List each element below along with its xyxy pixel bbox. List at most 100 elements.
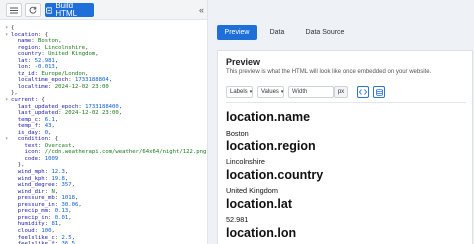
preview-label: location.lon — [226, 226, 297, 240]
code-token: 100 — [41, 227, 52, 234]
labels-dropdown[interactable]: Labels ▾ — [226, 86, 253, 98]
code-token: }, — [11, 90, 18, 97]
code-token: , — [118, 103, 123, 110]
code-view-button[interactable] — [357, 86, 369, 98]
code-token: : { — [37, 31, 49, 38]
code-token: }, — [11, 162, 25, 169]
code-token: name — [11, 38, 32, 45]
code-token: : — [37, 123, 45, 130]
preview-value: Lincolnshire — [226, 157, 265, 166]
code-token: 1009 — [44, 155, 59, 162]
code-token: { — [11, 25, 15, 31]
code-token: humidity — [11, 221, 45, 228]
code-token: 2024-12-02 23:00 — [54, 83, 109, 90]
code-editor[interactable]: ▾{▾ location: { name: Boston, region: Lin… — [0, 21, 207, 244]
code-token: , — [51, 123, 55, 130]
code-token: : — [27, 57, 35, 64]
code-token: wind_dir — [11, 188, 45, 195]
chevron-down-icon: ▾ — [280, 89, 284, 95]
code-token: : — [37, 129, 45, 136]
code-token: code — [11, 155, 38, 162]
code-token: wind_kph — [11, 175, 45, 182]
code-token: Lincolnshire — [44, 44, 86, 51]
code-token: : — [48, 214, 55, 221]
code-token: pressure_mb — [11, 195, 55, 202]
code-token: : — [54, 234, 62, 241]
tab-data-source[interactable]: Data Source — [297, 25, 353, 40]
code-icon — [359, 89, 367, 95]
code-token: cloud — [11, 227, 35, 234]
code-token: 0.13 — [54, 208, 69, 215]
tab-data[interactable]: Data — [263, 25, 291, 40]
code-token: wind_degree — [11, 182, 55, 189]
code-token: temp_c — [11, 116, 38, 123]
code-token: : { — [34, 97, 45, 104]
code-token: current — [11, 97, 35, 104]
preview-description: This preview is what the HTML will look … — [226, 69, 432, 75]
code-token: , — [64, 175, 69, 182]
code-token: temp_f — [11, 123, 38, 130]
code-token: : — [37, 155, 45, 162]
code-token: : — [37, 142, 45, 149]
preview-value: Boston — [226, 129, 249, 138]
width-input[interactable]: Width — [288, 86, 334, 98]
width-placeholder: Width — [292, 89, 308, 95]
code-token: , — [58, 221, 62, 228]
list-icon — [10, 7, 18, 13]
code-token: 0.01 — [54, 214, 69, 221]
build-html-button[interactable]: Build HTML — [45, 2, 94, 18]
labels-dropdown-label: Labels — [230, 89, 248, 95]
code-token: Overcast — [44, 142, 72, 149]
code-token: localtime_epoch — [11, 77, 69, 84]
code-token: last_updated — [11, 110, 59, 117]
code-token: : — [37, 44, 45, 51]
code-token: , — [48, 129, 52, 136]
code-token: //cdn.weatherapi.com/weather/64x64/night… — [44, 149, 207, 156]
database-button[interactable] — [373, 86, 385, 98]
code-token: precip_mm — [11, 208, 49, 215]
preview-label: location.lat — [226, 197, 292, 211]
code-token: is_day — [11, 129, 38, 136]
database-icon — [375, 88, 383, 96]
code-token: 2.5 — [61, 234, 72, 241]
list-button[interactable] — [6, 3, 22, 17]
preview-panel: Preview Data Data Source Preview This pr… — [208, 0, 474, 244]
code-token: : — [54, 201, 62, 208]
code-token: : — [37, 149, 45, 156]
collapse-panel-icon[interactable]: « — [199, 5, 204, 15]
code-token: 19.8 — [51, 175, 65, 182]
code-token: , — [71, 182, 76, 189]
code-token: , — [58, 38, 62, 45]
json-editor-panel: Build HTML « ▾{▾ location: { name: Boston… — [0, 0, 207, 244]
code-token: 357 — [61, 182, 72, 189]
tab-preview[interactable]: Preview — [217, 25, 257, 40]
code-token: lon — [11, 64, 28, 71]
code-token: , — [64, 169, 69, 176]
code-token: : — [48, 83, 55, 90]
values-dropdown[interactable]: Values ▾ — [257, 86, 284, 98]
code-token: country — [11, 51, 42, 58]
preview-separator — [226, 102, 466, 103]
code-token: , — [54, 116, 59, 123]
code-token: , — [54, 57, 59, 64]
code-token: United Kingdom — [48, 51, 96, 58]
preview-value: 52.981 — [226, 215, 249, 224]
code-token: pressure_in — [11, 201, 55, 208]
code-token: 1733188400 — [85, 103, 119, 110]
preview-value: United Kingdom — [226, 186, 278, 195]
code-token: : — [54, 182, 62, 189]
code-token: : — [48, 208, 55, 215]
code-token: lat — [11, 57, 28, 64]
code-token: , — [85, 70, 89, 77]
code-token: 6.1 — [44, 116, 55, 123]
refresh-button[interactable] — [25, 3, 41, 17]
code-token: , — [108, 77, 113, 84]
code-token: 2024-12-02 23:00 — [64, 110, 119, 117]
code-token: , — [75, 195, 79, 202]
code-token: : — [58, 110, 65, 117]
preview-title: Preview — [226, 57, 261, 67]
code-token: 30.06 — [61, 201, 79, 208]
code-token: 1018 — [61, 195, 76, 202]
code-token: , — [68, 208, 72, 215]
preview-label: location.country — [226, 168, 324, 182]
